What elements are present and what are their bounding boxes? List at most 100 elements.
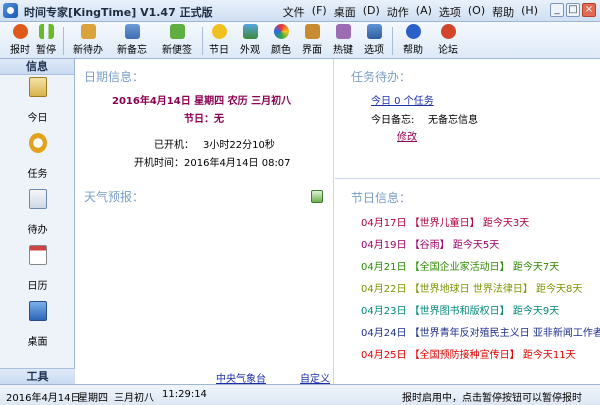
title-bar: 时间专家[KingTime] V1.47 正式版 文件 (F) 桌面 (D) 动作(… — [0, 0, 600, 22]
help-icon — [405, 24, 421, 39]
weather-title: 天气预报： — [84, 190, 145, 204]
options-icon — [366, 24, 382, 39]
app-clock-icon — [3, 3, 18, 18]
sidebar-item-calendar[interactable]: 日历 — [0, 245, 75, 300]
desktop-icon — [28, 301, 47, 321]
new-memo-button[interactable]: 新备忘 — [110, 24, 154, 57]
holiday-date: 04月24日 — [361, 328, 407, 339]
toolbar-separator — [63, 27, 64, 55]
holiday-countdown: 距今天7天 — [512, 262, 560, 273]
close-button[interactable]: × — [582, 3, 596, 17]
holiday-countdown: 距今天9天 — [512, 306, 560, 317]
holiday-item: 04月24日 【世界青年反对殖民主义日 亚非新闻工作者 — [361, 324, 600, 339]
today-tasks-link[interactable]: 今日 0 个任务 — [371, 92, 434, 107]
boot-time-label: 开机时间： — [134, 158, 184, 169]
sidebar-item-today[interactable]: 今日 — [0, 77, 75, 132]
menu-file[interactable]: 文件 — [283, 4, 305, 20]
clipboard-icon — [28, 77, 47, 97]
weather-source-link[interactable]: 中央气象台 — [216, 370, 266, 385]
new-note-button[interactable]: 新便签 — [155, 24, 199, 57]
uptime-value: 3小时22分10秒 — [203, 140, 275, 151]
holiday-name: 【世界儿童日】 — [409, 218, 480, 229]
refresh-icon[interactable] — [311, 190, 323, 203]
help-button[interactable]: 帮助 — [393, 24, 433, 57]
holiday-title: 节日信息： — [351, 191, 412, 205]
holiday-date: 04月17日 — [361, 218, 407, 229]
task-panel: 任务待办： 今日 0 个任务 今日备忘: 无备忘信息 修改 — [335, 59, 600, 179]
options-button[interactable]: 选项 — [354, 24, 394, 57]
sidebar-header[interactable]: 信息 — [0, 59, 74, 75]
holiday-item: 04月19日 【谷雨】 距今天5天 — [361, 236, 499, 251]
holiday-countdown: 距今天5天 — [452, 240, 500, 251]
window-title: 时间专家[KingTime] V1.47 正式版 — [24, 6, 213, 19]
uptime-label: 已开机： — [154, 140, 194, 151]
calendar-icon — [28, 245, 47, 265]
holiday-name: 【世界图书和版权日】 — [409, 306, 510, 317]
holiday-date: 04月22日 — [361, 284, 407, 295]
custom-weather-link[interactable]: 自定义 — [300, 370, 330, 385]
sidebar: 信息 今日 任务 待办 日历 桌面 工具 — [0, 59, 75, 384]
date-line: 2016年4月14日 星期四 农历 三月初八 — [112, 96, 292, 107]
clock-task-icon — [28, 133, 47, 153]
date-info-title: 日期信息： — [84, 70, 145, 84]
date-info-panel: 日期信息： 2016年4月14日 星期四 农历 三月初八 节日：无 已开机： 3… — [76, 59, 334, 385]
sidebar-tools-header[interactable]: 工具 — [0, 368, 75, 384]
forum-icon — [440, 24, 456, 39]
sidebar-item-todo[interactable]: 待办 — [0, 189, 75, 244]
status-bar: 2016年4月14日 星期四 三月初八 11:29:14 报时启用中，点击暂停按… — [0, 384, 600, 405]
window-controls: _ □ × — [550, 3, 596, 17]
holiday-item: 04月22日 【世界地球日 世界法律日】 距今天8天 — [361, 280, 582, 295]
new-todo-button[interactable]: 新待办 — [66, 24, 110, 57]
status-date: 2016年4月14日 — [6, 393, 81, 404]
holiday-countdown: 距今天3天 — [482, 218, 530, 229]
holiday-name: 【世界地球日 世界法律日】 — [409, 284, 533, 295]
festival-icon — [211, 24, 227, 39]
sidebar-item-task[interactable]: 任务 — [0, 133, 75, 188]
menu-desktop[interactable]: 桌面 — [334, 4, 356, 20]
holiday-countdown: 距今天11天 — [522, 350, 576, 361]
holiday-date: 04月25日 — [361, 350, 407, 361]
holiday-name: 【谷雨】 — [409, 240, 450, 251]
holiday-item: 04月17日 【世界儿童日】 距今天3天 — [361, 214, 529, 229]
edit-memo-link[interactable]: 修改 — [397, 128, 417, 143]
holiday-item: 04月21日 【全国企业家活动日】 距今天7天 — [361, 258, 559, 273]
holiday-name: 【全国企业家活动日】 — [409, 262, 510, 273]
sidebar-item-desktop[interactable]: 桌面 — [0, 301, 75, 356]
holiday-countdown: 距今天8天 — [536, 284, 583, 295]
toolbar: 报时 暂停 新待办 新备忘 新便签 节日 外观 颜色 界面 热键 选项 帮助 论… — [0, 22, 600, 59]
boot-time-value: 2016年4月14日 08:07 — [184, 158, 291, 169]
holiday-date: 04月23日 — [361, 306, 407, 317]
task-title: 任务待办： — [351, 70, 412, 84]
interface-icon — [304, 24, 320, 39]
status-lunar: 三月初八 — [114, 393, 154, 404]
new-todo-icon — [80, 24, 96, 39]
appearance-icon — [242, 24, 258, 39]
todo-icon — [28, 189, 47, 209]
status-time: 11:29:14 — [162, 389, 207, 400]
minimize-button[interactable]: _ — [550, 3, 564, 17]
status-message: 报时启用中，点击暂停按钮可以暂停报时 — [402, 393, 582, 404]
status-weekday: 星期四 — [78, 393, 108, 404]
palette-icon — [273, 24, 289, 39]
holiday-item: 04月23日 【世界图书和版权日】 距今天9天 — [361, 302, 559, 317]
menu-options[interactable]: 选项 — [439, 4, 461, 20]
holiday-panel: 节日信息： 04月17日 【世界儿童日】 距今天3天 04月19日 【谷雨】 距… — [335, 180, 600, 384]
memo-value: 无备忘信息 — [428, 115, 478, 126]
holiday-line: 节日：无 — [184, 114, 224, 125]
holiday-date: 04月19日 — [361, 240, 407, 251]
holiday-name: 【世界青年反对殖民主义日 亚非新闻工作者 — [409, 328, 600, 339]
hotkey-icon — [335, 24, 351, 39]
holiday-name: 【全国预防接种宣传日】 — [409, 350, 520, 361]
forum-button[interactable]: 论坛 — [428, 24, 468, 57]
memo-label: 今日备忘: — [371, 115, 415, 126]
pause-button[interactable]: 暂停 — [26, 24, 66, 57]
menu-help[interactable]: 帮助 — [492, 4, 514, 20]
holiday-date: 04月21日 — [361, 262, 407, 273]
new-note-icon — [169, 24, 185, 39]
holiday-item: 04月25日 【全国预防接种宣传日】 距今天11天 — [361, 346, 576, 361]
menu-action[interactable]: 动作 — [387, 4, 409, 20]
new-memo-icon — [124, 24, 140, 39]
menu-bar: 文件 (F) 桌面 (D) 动作 (A) 选项 (O) 帮助 (H) — [282, 4, 538, 20]
pause-icon — [38, 24, 54, 39]
maximize-button[interactable]: □ — [566, 3, 580, 17]
